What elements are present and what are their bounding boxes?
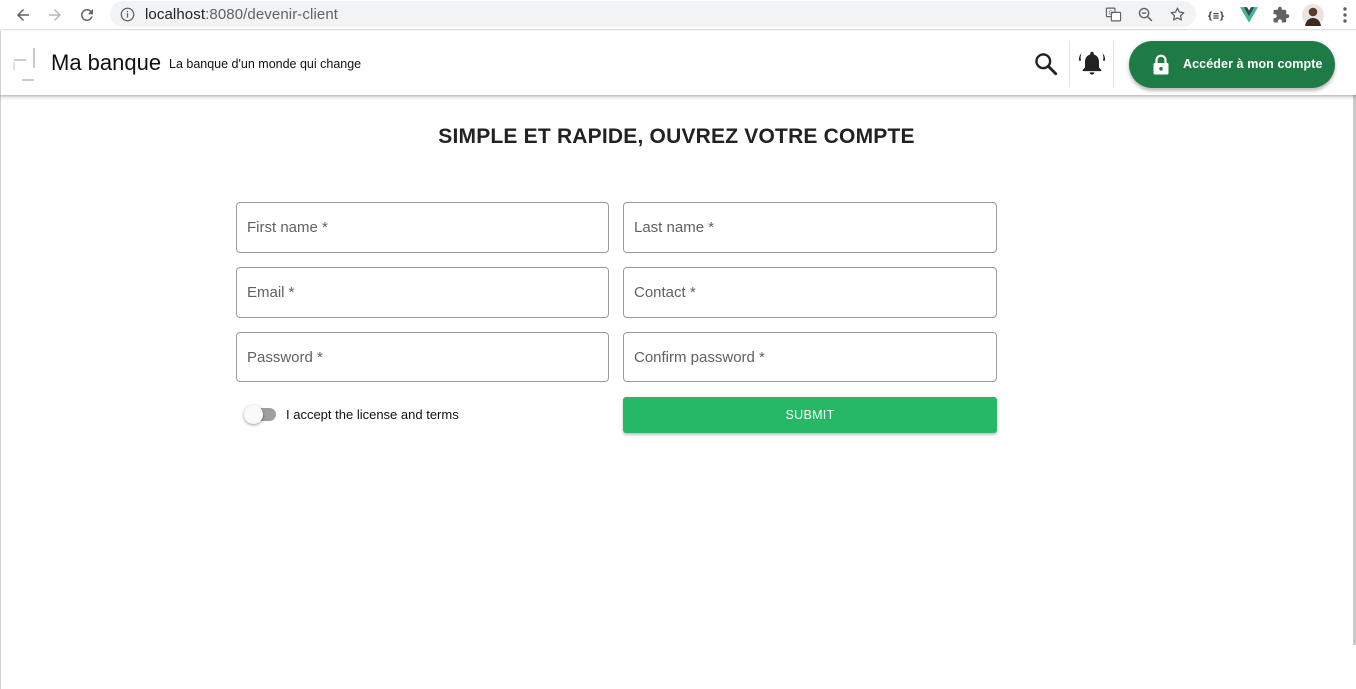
search-button[interactable] xyxy=(1033,51,1059,77)
terms-label[interactable]: I accept the license and terms xyxy=(286,407,459,422)
access-account-button[interactable]: Accéder à mon compte xyxy=(1129,41,1335,88)
last-name-placeholder: Last name * xyxy=(634,219,715,236)
terms-toggle[interactable] xyxy=(244,404,278,426)
header-divider xyxy=(1069,41,1070,87)
notifications-button[interactable] xyxy=(1078,49,1106,77)
extension-json[interactable]: {≡} xyxy=(1205,4,1227,26)
password-placeholder: Password * xyxy=(247,349,323,366)
first-name-placeholder: First name * xyxy=(247,219,328,236)
header-divider xyxy=(1113,41,1114,87)
password-field[interactable]: Password * xyxy=(236,332,609,382)
extension-vue-devtools[interactable] xyxy=(1238,4,1260,26)
access-account-label: Accéder à mon compte xyxy=(1183,57,1323,71)
email-field[interactable]: Email * xyxy=(236,267,609,318)
forward-button[interactable] xyxy=(44,4,66,26)
brand-tagline: La banque d'un monde qui change xyxy=(169,57,362,71)
page-title: SIMPLE ET RAPIDE, OUVREZ VOTRE COMPTE xyxy=(438,125,915,148)
page-content xyxy=(0,95,1356,689)
bookmark-button[interactable] xyxy=(1167,4,1187,24)
reload-button[interactable] xyxy=(76,4,98,26)
star-icon xyxy=(1170,6,1184,21)
first-name-field[interactable]: First name * xyxy=(236,202,609,253)
browser-toolbar: localhost:8080/devenir-client G {≡} xyxy=(0,0,1356,30)
lock-icon xyxy=(1153,54,1169,75)
bell-icon xyxy=(1078,51,1106,75)
confirm-password-placeholder: Confirm password * xyxy=(634,349,765,366)
zoom-out-icon xyxy=(1138,7,1152,21)
profile-avatar[interactable] xyxy=(1302,4,1324,26)
url-text: localhost:8080/devenir-client xyxy=(145,6,338,23)
contact-field[interactable]: Contact * xyxy=(623,267,997,318)
avatar-icon xyxy=(1302,4,1324,26)
reload-icon xyxy=(80,8,93,21)
json-extension-icon: {≡} xyxy=(1207,11,1225,22)
brand-name[interactable]: Ma banque xyxy=(51,50,161,76)
terms-toggle-thumb xyxy=(244,405,263,424)
back-button[interactable] xyxy=(12,4,34,26)
translate-icon: G xyxy=(1105,7,1121,21)
email-placeholder: Email * xyxy=(247,284,295,301)
arrow-left-icon xyxy=(17,9,29,21)
translate-button[interactable]: G xyxy=(1103,4,1123,24)
url-path: :8080/devenir-client xyxy=(205,5,339,23)
contact-placeholder: Contact * xyxy=(634,284,696,301)
zoom-button[interactable] xyxy=(1135,4,1155,24)
browser-menu-button[interactable] xyxy=(1334,4,1356,26)
logo-icon[interactable] xyxy=(12,46,36,82)
submit-button[interactable]: SUBMIT xyxy=(623,397,997,433)
extensions-button[interactable] xyxy=(1270,4,1292,26)
vue-icon xyxy=(1240,7,1258,23)
svg-text:G: G xyxy=(1108,10,1112,16)
search-icon xyxy=(1035,53,1058,76)
arrow-right-icon xyxy=(49,9,61,21)
svg-text:{≡}: {≡} xyxy=(1207,11,1225,22)
more-vertical-icon xyxy=(1343,7,1347,23)
address-bar[interactable]: localhost:8080/devenir-client G xyxy=(110,1,1196,27)
info-icon xyxy=(120,7,135,21)
url-host: localhost xyxy=(145,5,206,23)
last-name-field[interactable]: Last name * xyxy=(623,202,997,253)
puzzle-icon xyxy=(1273,6,1290,23)
app-header: Ma banque La banque d'un monde qui chang… xyxy=(0,31,1356,95)
confirm-password-field[interactable]: Confirm password * xyxy=(623,332,997,382)
